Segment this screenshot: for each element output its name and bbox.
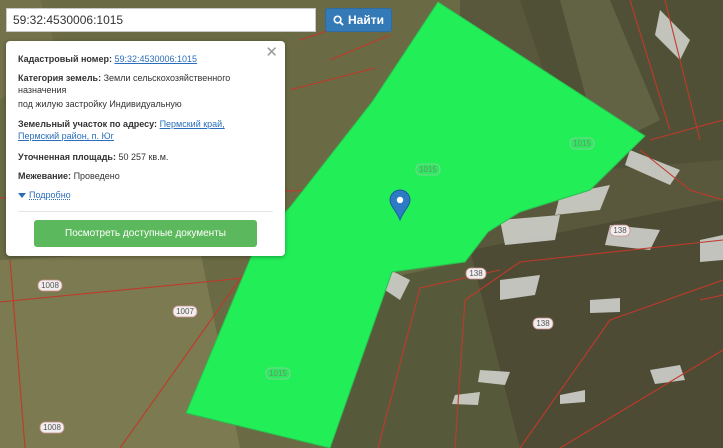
land-use-row: под жилую застройку Индивидуальную	[18, 98, 268, 110]
parcel-label-1015-center: 1015	[415, 163, 441, 176]
svg-text:1008: 1008	[43, 423, 61, 432]
survey-row: Межевание: Проведено	[18, 170, 268, 182]
land-category-row: Категория земель: Земли сельскохозяйстве…	[18, 72, 268, 96]
cadastral-number-link[interactable]: 59:32:4530006:1015	[114, 54, 197, 64]
parcel-label-1008-top: 1008	[37, 279, 63, 292]
address-row-2: Пермский район, п. Юг	[18, 130, 268, 142]
parcel-label-1015-bottom: 1015	[265, 367, 291, 380]
parcel-label-138-bottom: 138	[532, 317, 554, 330]
area-value: 50 257 кв.м.	[118, 152, 169, 162]
search-icon	[333, 14, 344, 26]
cadastral-number-row: Кадастровый номер: 59:32:4530006:1015	[18, 53, 268, 65]
area-row: Уточненная площадь: 50 257 кв.м.	[18, 151, 268, 163]
svg-text:138: 138	[536, 319, 550, 328]
land-category-label: Категория земель:	[18, 73, 102, 83]
details-link[interactable]: Подробно	[29, 189, 71, 201]
details-toggle[interactable]: Подробно	[18, 189, 268, 201]
popup-divider	[18, 211, 273, 212]
svg-text:1015: 1015	[269, 369, 287, 378]
caret-down-icon	[18, 192, 26, 198]
area-label: Уточненная площадь:	[18, 152, 116, 162]
search-button-label: Найти	[348, 13, 384, 27]
address-row: Земельный участок по адресу: Пермский кр…	[18, 118, 268, 130]
parcel-label-1015-right: 1015	[569, 137, 595, 150]
survey-value: Проведено	[73, 171, 120, 181]
parcel-label-1007: 1007	[172, 305, 198, 318]
survey-label: Межевание:	[18, 171, 72, 181]
address-label: Земельный участок по адресу:	[18, 119, 158, 129]
search-input[interactable]	[6, 8, 316, 32]
address-link-region[interactable]: Пермский край,	[160, 119, 225, 129]
cadastral-number-label: Кадастровый номер:	[18, 54, 112, 64]
land-use-value: под жилую застройку Индивидуальную	[18, 99, 182, 109]
svg-text:138: 138	[469, 269, 483, 278]
svg-text:1015: 1015	[573, 139, 591, 148]
parcel-info-popup: ✕ Кадастровый номер: 59:32:4530006:1015 …	[6, 41, 285, 256]
view-documents-button[interactable]: Посмотреть доступные документы	[34, 220, 257, 247]
parcel-label-138-right: 138	[609, 224, 631, 237]
svg-text:1007: 1007	[176, 307, 194, 316]
search-button[interactable]: Найти	[325, 8, 392, 32]
parcel-label-138-mid: 138	[465, 267, 487, 280]
parcel-label-1008-bottom: 1008	[39, 421, 65, 434]
svg-text:1008: 1008	[41, 281, 59, 290]
address-link-district[interactable]: Пермский район, п. Юг	[18, 131, 114, 141]
svg-text:138: 138	[613, 226, 627, 235]
svg-text:1015: 1015	[419, 165, 437, 174]
